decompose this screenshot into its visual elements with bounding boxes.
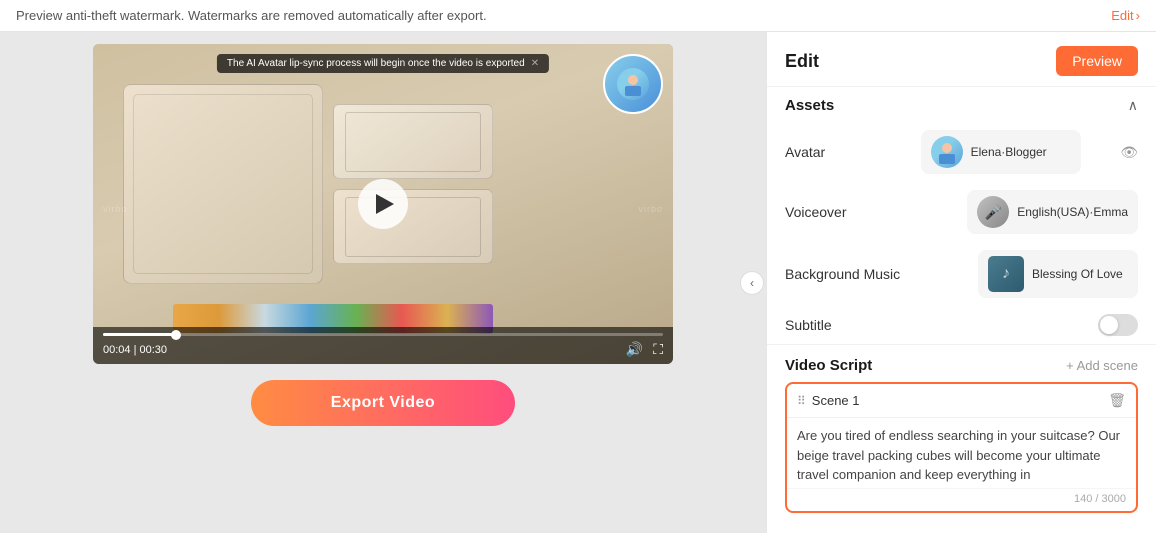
- current-time: 00:04: [103, 344, 131, 356]
- collapse-arrow-icon: ‹: [750, 276, 754, 290]
- edit-link[interactable]: Edit ›: [1111, 8, 1140, 23]
- subtitle-toggle[interactable]: [1098, 314, 1138, 336]
- avatar-value[interactable]: Elena·Blogger: [921, 130, 1081, 174]
- watermark-notice-wrap: Preview anti-theft watermark. Watermarks…: [16, 8, 487, 23]
- avatar-head: [628, 75, 638, 85]
- avatar-label: Avatar: [785, 144, 885, 160]
- collapse-panel-button[interactable]: ‹: [740, 271, 764, 295]
- avatar-row: Avatar Elena·Blogger 👁: [767, 122, 1156, 182]
- export-video-button[interactable]: Export Video: [251, 380, 515, 426]
- scene-card-header: ⠿ Scene 1 🗑: [787, 384, 1136, 418]
- avatar-thumb-head: [942, 143, 952, 153]
- progress-bar[interactable]: [103, 333, 663, 336]
- watermark-right: virbo: [638, 204, 663, 214]
- watermark-left: virbo: [103, 204, 128, 214]
- music-note-icon: ♪: [1002, 265, 1010, 283]
- scene-delete-icon[interactable]: 🗑: [1108, 392, 1126, 409]
- assets-section-title: Assets: [785, 97, 834, 114]
- video-script-header: Video Script + Add scene: [767, 344, 1156, 382]
- ai-notification-bar: The AI Avatar lip-sync process will begi…: [217, 54, 549, 73]
- avatar-eye-icon[interactable]: 👁: [1120, 144, 1138, 161]
- avatar-name: Elena·Blogger: [971, 145, 1047, 159]
- export-button-wrap: Export Video: [251, 380, 515, 426]
- video-controls: 00:04 | 00:30 🔊 ⛶: [93, 327, 673, 364]
- scene-card: ⠿ Scene 1 🗑 Are you tired of endless sea…: [785, 382, 1138, 513]
- left-panel: ‹ virbo virbo: [0, 32, 766, 533]
- progress-fill: [103, 333, 176, 336]
- play-button[interactable]: [358, 179, 408, 229]
- assets-chevron-icon[interactable]: ∧: [1128, 97, 1138, 114]
- background-music-value[interactable]: ♪ Blessing Of Love: [978, 250, 1138, 298]
- right-panel: Edit Preview Assets ∧ Avatar Elena·Blogg…: [766, 32, 1156, 533]
- avatar-person-icon: [617, 68, 649, 100]
- preview-button[interactable]: Preview: [1056, 46, 1138, 76]
- edit-label: Edit: [1111, 8, 1133, 23]
- music-thumb: ♪: [988, 256, 1024, 292]
- total-time: 00:30: [140, 344, 168, 356]
- right-panel-title: Edit: [785, 51, 819, 72]
- background-music-label: Background Music: [785, 266, 900, 282]
- voiceover-value[interactable]: 🎤 English(USA)·Emma: [967, 190, 1138, 234]
- scene-title: Scene 1: [812, 393, 860, 408]
- edit-arrow-icon: ›: [1136, 8, 1140, 23]
- avatar-thumb: [931, 136, 963, 168]
- play-icon: [376, 194, 394, 214]
- toggle-knob: [1100, 316, 1118, 334]
- top-bar: Preview anti-theft watermark. Watermarks…: [0, 0, 1156, 32]
- assets-section-header: Assets ∧: [767, 86, 1156, 122]
- video-script-title: Video Script: [785, 357, 872, 374]
- video-player: virbo virbo The AI Avatar lip-sync proce…: [93, 44, 673, 364]
- subtitle-label: Subtitle: [785, 317, 885, 333]
- background-music-name: Blessing Of Love: [1032, 267, 1123, 281]
- avatar-overlay: [603, 54, 663, 114]
- voiceover-row: Voiceover 🎤 English(USA)·Emma: [767, 182, 1156, 242]
- scene-char-count: 140 / 3000: [787, 488, 1136, 511]
- progress-dot: [171, 330, 181, 340]
- fullscreen-icon[interactable]: ⛶: [653, 341, 663, 358]
- ctrl-icons: 🔊 ⛶: [626, 341, 663, 358]
- subtitle-row: Subtitle: [767, 306, 1156, 344]
- avatar-thumb-body: [939, 154, 955, 164]
- add-scene-button[interactable]: + Add scene: [1066, 358, 1138, 373]
- voiceover-label: Voiceover: [785, 204, 885, 220]
- notification-text: The AI Avatar lip-sync process will begi…: [227, 58, 525, 69]
- voiceover-thumb: 🎤: [977, 196, 1009, 228]
- controls-row: 00:04 | 00:30 🔊 ⛶: [103, 341, 663, 358]
- watermark-notice-text: Preview anti-theft watermark. Watermarks…: [16, 8, 487, 23]
- scene-text[interactable]: Are you tired of endless searching in yo…: [787, 418, 1136, 488]
- main-content: ‹ virbo virbo: [0, 32, 1156, 533]
- avatar-body: [625, 86, 641, 96]
- voiceover-name: English(USA)·Emma: [1017, 205, 1128, 219]
- volume-icon[interactable]: 🔊: [626, 341, 643, 358]
- notification-close-icon[interactable]: ✕: [531, 58, 539, 69]
- time-display: 00:04 | 00:30: [103, 344, 167, 356]
- background-music-row: Background Music ♪ Blessing Of Love: [767, 242, 1156, 306]
- drag-handle-icon[interactable]: ⠿: [797, 394, 806, 408]
- right-panel-header: Edit Preview: [767, 32, 1156, 86]
